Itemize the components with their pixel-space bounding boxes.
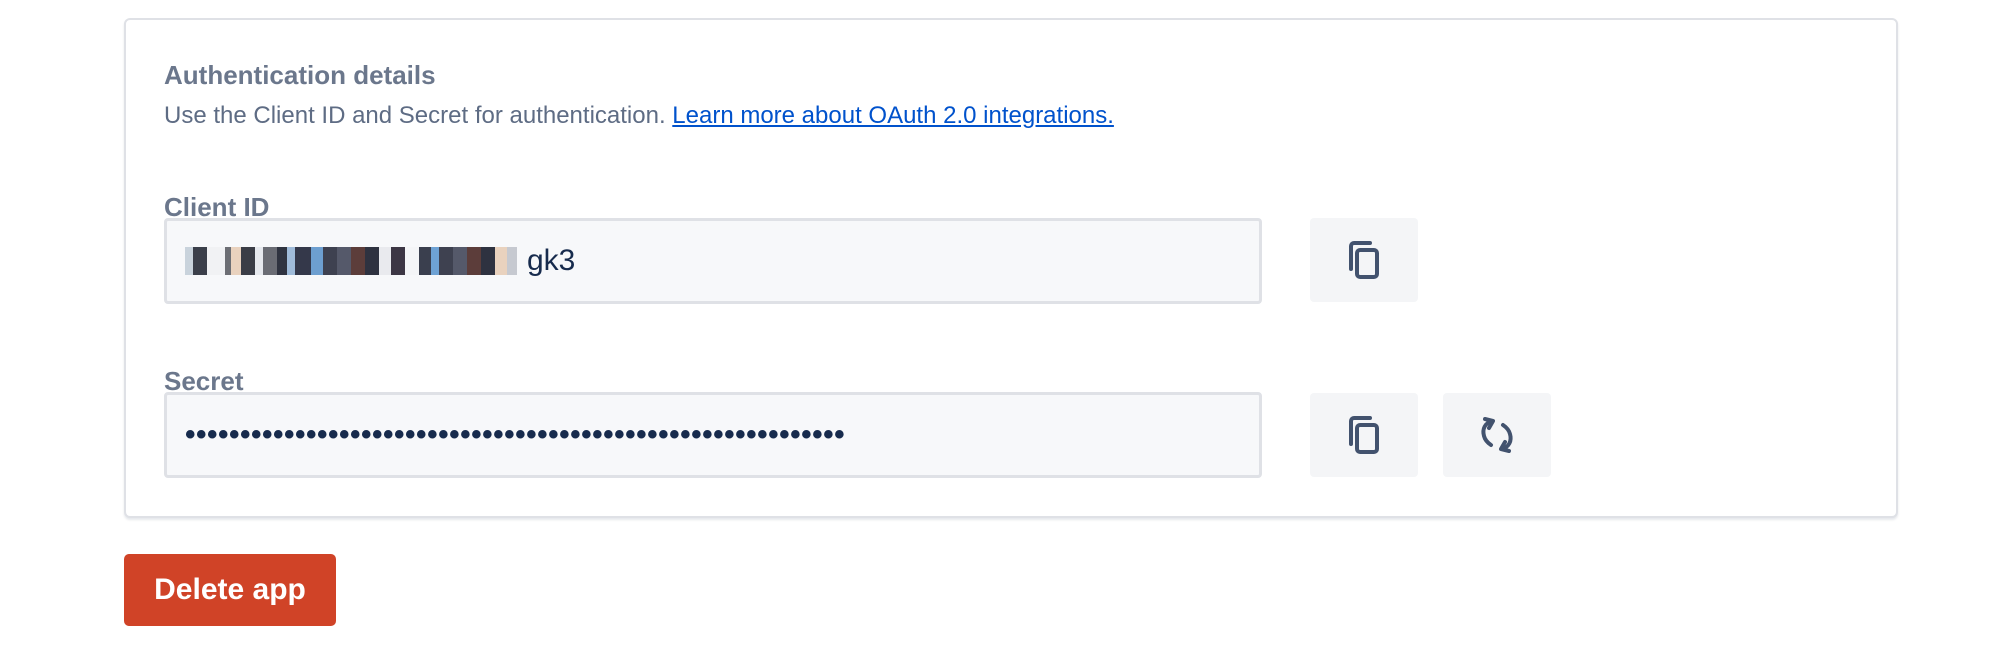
client-id-field[interactable]: gk3	[164, 218, 1262, 304]
section-title: Authentication details	[164, 60, 436, 90]
refresh-icon	[1476, 414, 1518, 456]
copy-secret-button[interactable]	[1310, 393, 1418, 477]
secret-field[interactable]: ••••••••••••••••••••••••••••••••••••••••…	[164, 392, 1262, 478]
section-description: Use the Client ID and Secret for authent…	[164, 102, 1114, 130]
copy-icon	[1346, 239, 1382, 281]
delete-app-button[interactable]: Delete app	[124, 554, 336, 626]
secret-value: ••••••••••••••••••••••••••••••••••••••••…	[185, 418, 845, 452]
regenerate-secret-button[interactable]	[1443, 393, 1551, 477]
description-text: Use the Client ID and Secret for authent…	[164, 102, 666, 129]
client-id-visible-text: gk3	[527, 244, 576, 277]
client-id-value: gk3	[185, 244, 575, 278]
secret-masked-text: ••••••••••••••••••••••••••••••••••••••••…	[185, 418, 846, 451]
authentication-card: Authentication details Use the Client ID…	[124, 18, 1898, 518]
copy-client-id-button[interactable]	[1310, 218, 1418, 302]
client-id-redacted	[185, 247, 517, 275]
oauth-learn-more-link[interactable]: Learn more about OAuth 2.0 integrations.	[672, 102, 1114, 129]
copy-icon	[1346, 414, 1382, 456]
